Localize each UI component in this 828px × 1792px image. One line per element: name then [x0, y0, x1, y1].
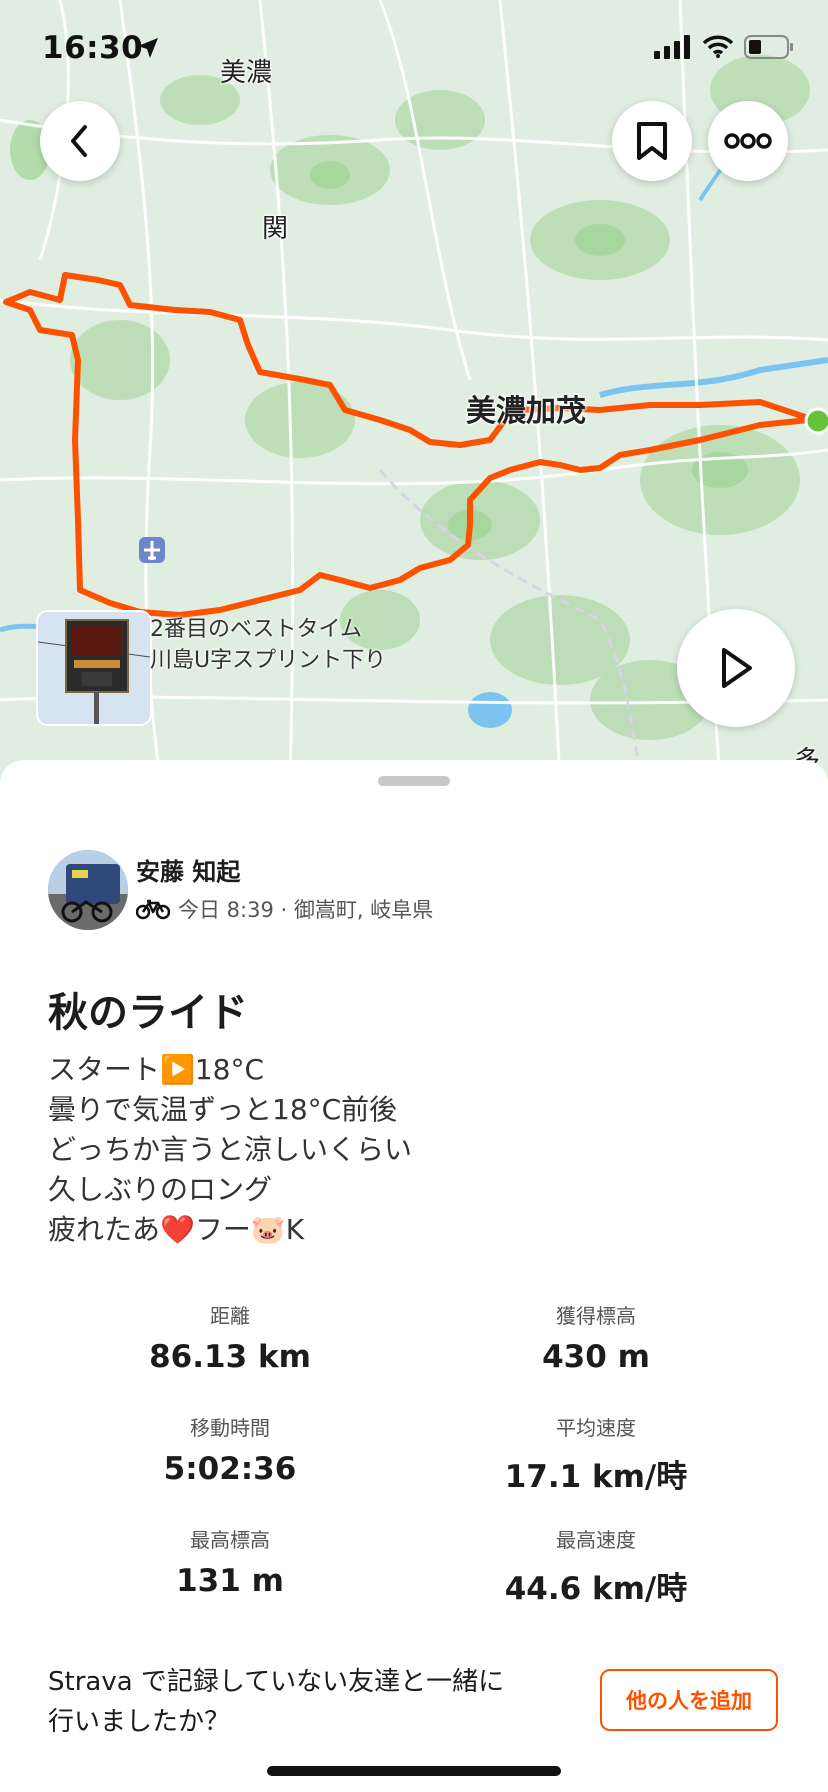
bookmark-button[interactable] [612, 101, 692, 181]
stat-average-speed: 平均速度 17.1 km/時 [446, 1412, 746, 1496]
stat-value: 17.1 km/時 [504, 1459, 688, 1495]
stat-value: 131 m [176, 1563, 284, 1599]
segment-rank: 2番目のベストタイム [150, 617, 362, 642]
stat-value: 430 m [542, 1339, 650, 1375]
activity-photo-thumbnail[interactable] [36, 610, 152, 726]
activity-detail-sheet: 安藤 知起 今日 8:39 · 御嵩町, 岐阜県 秋のライド スタート▶️18°… [0, 760, 828, 1792]
description-line: スタート▶️18°C [48, 1053, 265, 1086]
status-time: 16:30 [42, 30, 144, 66]
stat-label: 最高標高 [190, 1528, 270, 1552]
add-others-button[interactable]: 他の人を追加 [600, 1669, 778, 1731]
athlete-avatar[interactable] [48, 850, 128, 930]
stat-label: 獲得標高 [556, 1304, 636, 1328]
friends-prompt-line: 行いましたか？ [48, 1707, 231, 1737]
map-label-minokamo: 美濃加茂 [466, 394, 586, 429]
description-line: 疲れたあ❤️フー🐷K [48, 1213, 305, 1246]
route-map[interactable]: 16:30 美濃 関 美濃加茂 多 [0, 0, 828, 780]
activity-description: スタート▶️18°C 曇りで気温ずっと18°C前後 どっちか言うと涼しいくらい … [48, 1050, 412, 1250]
status-indicators [654, 34, 794, 60]
map-label-seki: 関 [262, 214, 289, 244]
activity-meta: 今日 8:39 · 御嵩町, 岐阜県 [136, 894, 433, 924]
play-icon [722, 648, 752, 688]
stat-distance: 距離 86.13 km [80, 1300, 380, 1375]
stat-label: 最高速度 [556, 1528, 636, 1552]
description-line: 曇りで気温ずっと18°C前後 [48, 1093, 398, 1126]
photo-image [38, 612, 150, 724]
athlete-name[interactable]: 安藤 知起 [136, 852, 240, 887]
route-end-marker [804, 407, 828, 435]
stat-max-speed: 最高速度 44.6 km/時 [446, 1524, 746, 1608]
sheet-grabber[interactable] [378, 776, 450, 786]
location-arrow-icon [138, 38, 158, 58]
cellular-signal-icon [654, 35, 690, 59]
map-label-mino: 美濃 [220, 58, 273, 88]
description-line: どっちか言うと涼しいくらい [48, 1133, 413, 1166]
segment-name: 川島U字スプリント下り [150, 648, 387, 673]
stat-value: 86.13 km [149, 1339, 311, 1375]
avatar-image [48, 850, 128, 930]
bike-icon [136, 899, 170, 920]
stat-label: 移動時間 [190, 1416, 270, 1440]
stat-value: 5:02:36 [163, 1451, 297, 1487]
wifi-icon [702, 35, 734, 58]
more-options-button[interactable] [708, 101, 788, 181]
stat-value: 44.6 km/時 [504, 1571, 688, 1607]
stat-max-elevation: 最高標高 131 m [80, 1524, 380, 1599]
description-line: 久しぶりのロング [48, 1173, 273, 1206]
back-button[interactable] [40, 101, 120, 181]
chevron-left-icon [71, 125, 87, 157]
friends-prompt: Strava で記録していない友達と一緒に 行いましたか？ [48, 1662, 504, 1742]
segment-achievement[interactable]: 2番目のベストタイム 川島U字スプリント下り [150, 614, 386, 676]
home-indicator[interactable] [267, 1766, 561, 1776]
more-horizontal-icon [724, 133, 772, 149]
activity-title: 秋のライド [48, 990, 248, 1036]
activity-date-location: 今日 8:39 · 御嵩町, 岐阜県 [178, 898, 434, 922]
bookmark-icon [637, 122, 667, 160]
play-flyover-button[interactable] [677, 609, 795, 727]
airport-icon [139, 537, 165, 563]
battery-icon [744, 35, 793, 59]
stat-label: 距離 [210, 1304, 250, 1328]
stat-label: 平均速度 [556, 1416, 636, 1440]
stat-elevation-gain: 獲得標高 430 m [446, 1300, 746, 1375]
stat-moving-time: 移動時間 5:02:36 [80, 1412, 380, 1487]
friends-prompt-line: Strava で記録していない友達と一緒に [48, 1667, 505, 1697]
